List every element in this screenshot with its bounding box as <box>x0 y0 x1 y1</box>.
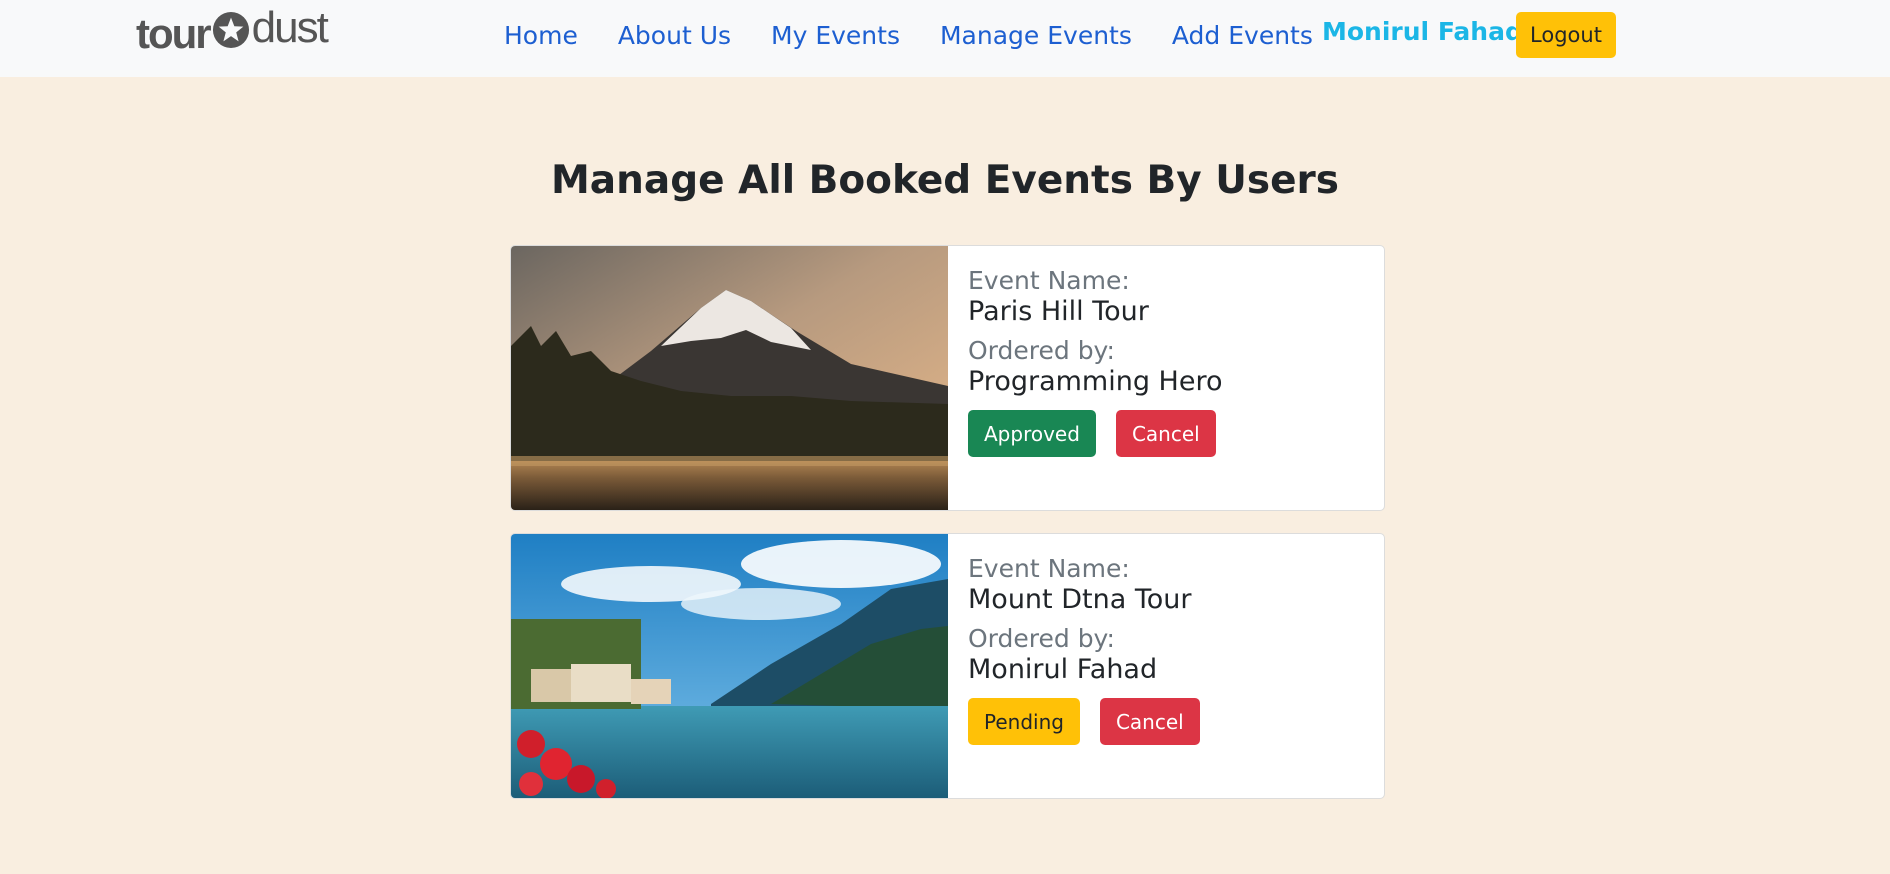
navbar: tour dust Home About Us My Events Manage… <box>0 0 1890 77</box>
booking-card: Event Name: Paris Hill Tour Ordered by: … <box>510 245 1385 511</box>
booking-card: Event Name: Mount Dtna Tour Ordered by: … <box>510 533 1385 799</box>
nav-link-about-us[interactable]: About Us <box>618 21 731 50</box>
logo[interactable]: tour dust <box>136 3 329 62</box>
mountain-lake-photo <box>511 246 948 510</box>
page-title: Manage All Booked Events By Users <box>550 158 1340 203</box>
cancel-button[interactable]: Cancel <box>1099 698 1200 745</box>
nav-link-my-events[interactable]: My Events <box>771 21 900 50</box>
status-approved-button[interactable]: Approved <box>968 410 1096 457</box>
user-name: Monirul Fahad <box>1322 17 1523 46</box>
nav-link-add-events[interactable]: Add Events <box>1172 21 1313 50</box>
ordered-by-label: Ordered by: <box>968 336 1115 365</box>
booking-details: Event Name: Mount Dtna Tour Ordered by: … <box>968 554 1220 745</box>
star-icon <box>212 11 249 49</box>
event-name: Mount Dtna Tour <box>968 584 1192 615</box>
nav-link-home[interactable]: Home <box>504 21 578 50</box>
event-name: Paris Hill Tour <box>968 296 1149 327</box>
nav-link-manage-events[interactable]: Manage Events <box>940 21 1132 50</box>
logo-word-tour: tour <box>136 10 212 57</box>
logout-button[interactable]: Logout <box>1516 12 1616 58</box>
booking-details: Event Name: Paris Hill Tour Ordered by: … <box>968 266 1236 457</box>
lakeside-village-photo <box>511 534 948 798</box>
cancel-button[interactable]: Cancel <box>1115 410 1216 457</box>
event-name-label: Event Name: <box>968 266 1130 295</box>
ordered-by-label: Ordered by: <box>968 624 1115 653</box>
ordered-by: Programming Hero <box>968 366 1223 397</box>
status-pending-button[interactable]: Pending <box>968 698 1080 745</box>
nav-links: Home About Us My Events Manage Events Ad… <box>484 14 1333 56</box>
logo-word-dust: dust <box>251 3 329 52</box>
ordered-by: Monirul Fahad <box>968 654 1158 685</box>
event-name-label: Event Name: <box>968 554 1130 583</box>
